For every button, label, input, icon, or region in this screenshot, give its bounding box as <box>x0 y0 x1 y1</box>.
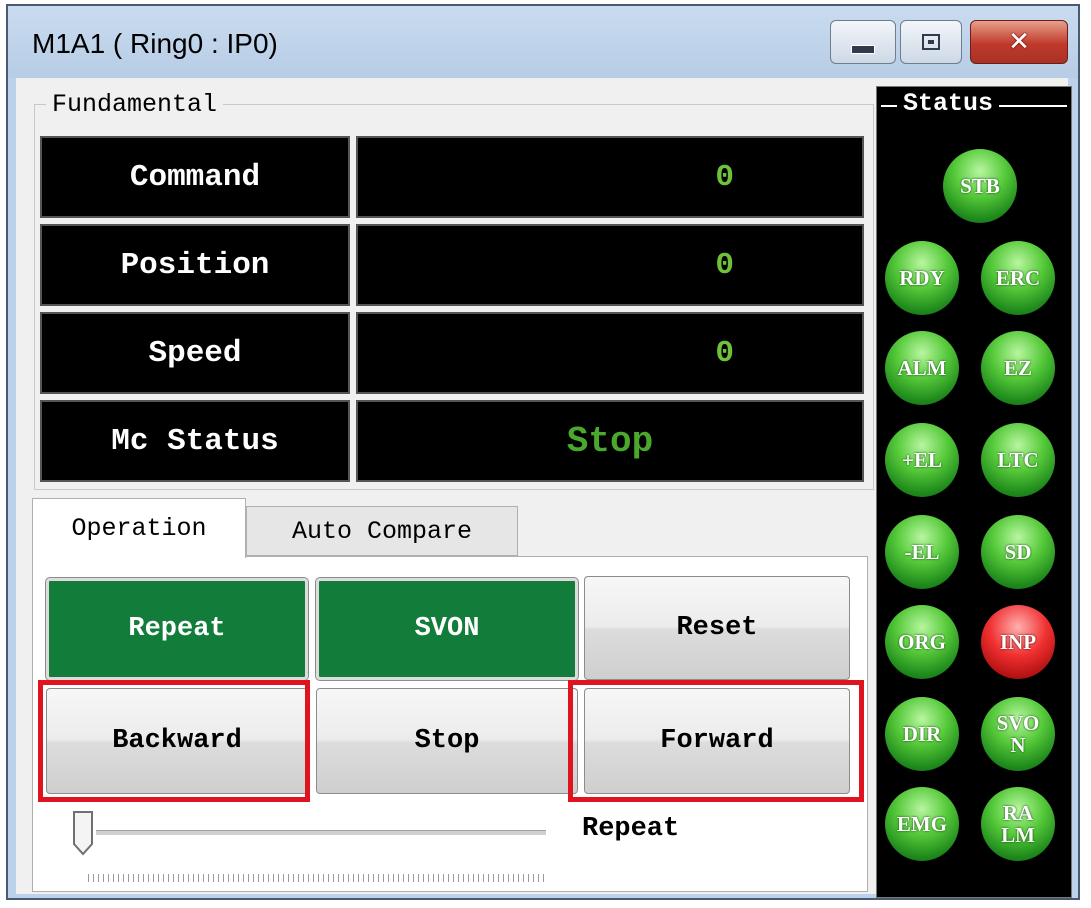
status-panel: Status STB RDY ERC ALM EZ +EL LTC -EL SD ORG INP DI… <box>876 86 1072 898</box>
maximize-button[interactable] <box>900 20 962 64</box>
repeat-button[interactable]: Repeat <box>45 577 309 681</box>
minimize-icon <box>851 44 875 54</box>
tab-operation[interactable]: Operation <box>32 498 246 558</box>
speed-value: 0 <box>356 312 864 394</box>
status-led-label: ALM <box>897 356 947 380</box>
close-icon: ✕ <box>1008 27 1030 57</box>
status-led-label: SVON <box>996 711 1040 757</box>
status-led-rdy: RDY <box>885 241 959 315</box>
client-area: Fundamental Command 0 Position 0 Speed 0… <box>16 78 1072 898</box>
status-led-emg: EMG <box>885 787 959 861</box>
position-value: 0 <box>356 224 864 306</box>
status-led-svon: SVON <box>981 697 1055 771</box>
status-led-dir: DIR <box>885 697 959 771</box>
forward-highlight <box>568 680 864 802</box>
status-led-label: INP <box>999 630 1037 654</box>
minimize-button[interactable] <box>830 20 896 64</box>
repeat-slider-thumb[interactable] <box>72 810 94 856</box>
repeat-slider-caption: Repeat <box>582 814 680 844</box>
stop-button[interactable]: Stop <box>316 688 578 794</box>
mc-status-label: Mc Status <box>40 400 350 482</box>
status-led-inp: INP <box>981 605 1055 679</box>
status-led-label: +EL <box>902 448 942 472</box>
reset-button[interactable]: Reset <box>584 576 850 680</box>
backward-highlight <box>38 680 310 802</box>
window-title: M1A1 ( Ring0 : IP0) <box>32 28 278 59</box>
status-led-plusminus-el: +EL <box>885 423 959 497</box>
status-led-label: RALM <box>1001 801 1035 847</box>
status-led-label: LTC <box>997 448 1039 472</box>
status-led-sd: SD <box>981 515 1055 589</box>
status-led-alm: ALM <box>885 331 959 405</box>
status-led-minus-el: -EL <box>885 515 959 589</box>
fundamental-legend: Fundamental <box>46 90 224 119</box>
status-led-ltc: LTC <box>981 423 1055 497</box>
tab-auto-compare[interactable]: Auto Compare <box>246 506 518 556</box>
mc-status-value: Stop <box>356 400 864 482</box>
command-value: 0 <box>356 136 864 218</box>
motion-axis-window: M1A1 ( Ring0 : IP0) ✕ Fundamental Comman… <box>6 4 1080 900</box>
position-label: Position <box>40 224 350 306</box>
status-led-ralm: RALM <box>981 787 1055 861</box>
status-led-label: SD <box>1004 540 1032 564</box>
svon-button[interactable]: SVON <box>315 577 579 681</box>
status-led-ez: EZ <box>981 331 1055 405</box>
status-led-org: ORG <box>885 605 959 679</box>
title-bar[interactable]: M1A1 ( Ring0 : IP0) ✕ <box>8 6 1078 78</box>
repeat-slider-ticks <box>88 874 548 882</box>
status-led-label: ORG <box>898 630 946 654</box>
status-led-label: EMG <box>896 812 948 836</box>
status-led-label: DIR <box>902 722 942 746</box>
status-led-label: EZ <box>1003 356 1032 380</box>
status-led-label: ERC <box>995 266 1041 290</box>
status-led-label: STB <box>960 174 1000 198</box>
status-legend: Status <box>897 89 1000 118</box>
close-button[interactable]: ✕ <box>970 20 1068 64</box>
repeat-slider-track[interactable] <box>96 830 546 835</box>
command-label: Command <box>40 136 350 218</box>
speed-label: Speed <box>40 312 350 394</box>
status-led-erc: ERC <box>981 241 1055 315</box>
status-led-stb: STB <box>943 149 1017 223</box>
maximize-icon <box>922 34 940 50</box>
status-led-label: RDY <box>899 266 945 290</box>
status-led-label: -EL <box>904 540 940 564</box>
